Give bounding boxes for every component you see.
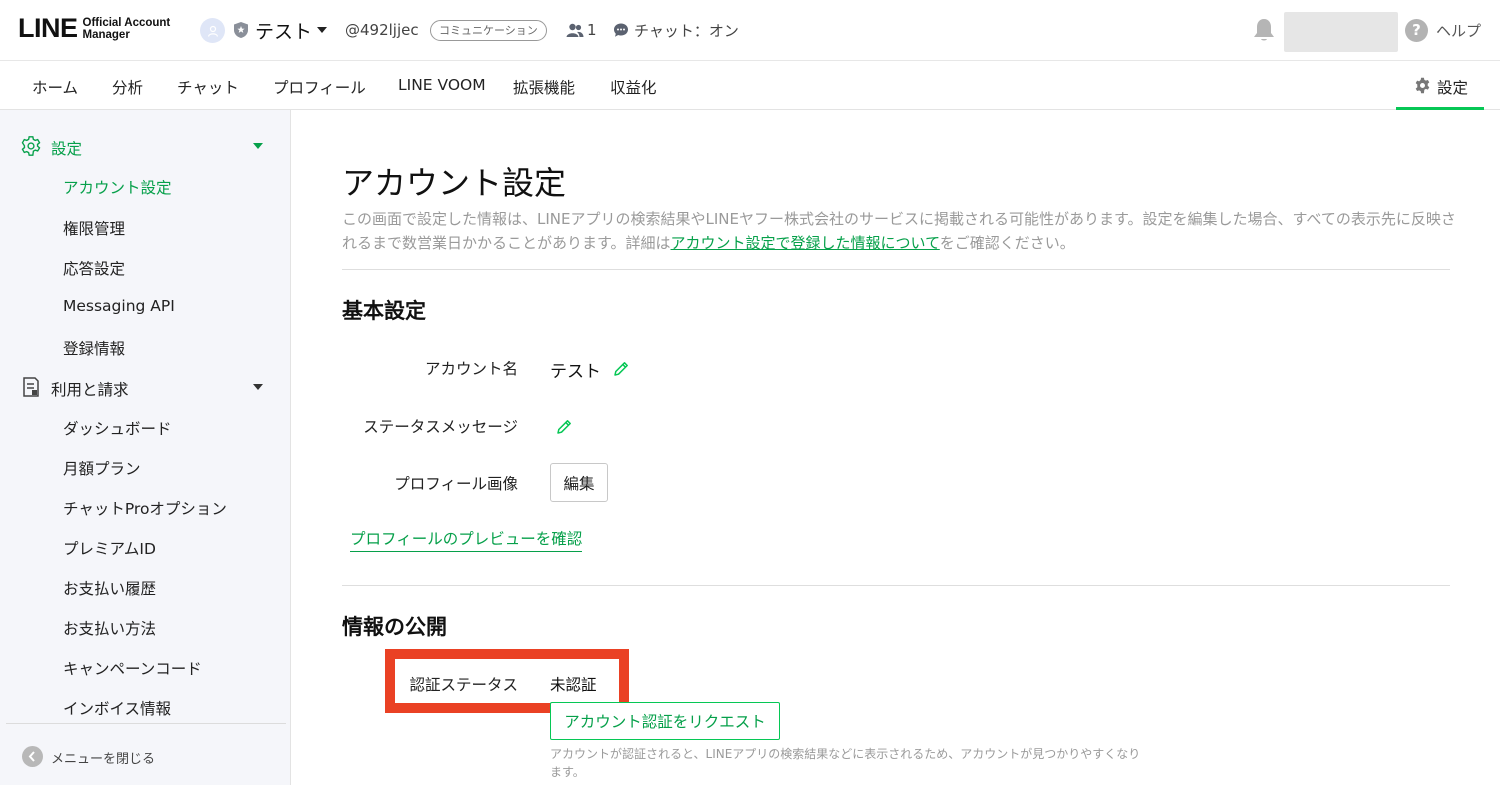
- account-switcher[interactable]: テスト: [255, 17, 312, 44]
- line-oam-logo[interactable]: LINE Official Account Manager: [18, 15, 170, 42]
- divider: [342, 585, 1450, 586]
- sidebar-item-campaign-code[interactable]: キャンペーンコード: [63, 657, 202, 679]
- sidebar-item-payment-method[interactable]: お支払い方法: [63, 617, 156, 639]
- main-content: アカウント設定 この画面で設定した情報は、LINEアプリの検索結果やLINEヤフ…: [292, 110, 1500, 785]
- sidebar-item-payment-history[interactable]: お支払い履歴: [63, 577, 156, 599]
- basic-settings-title: 基本設定: [342, 299, 426, 323]
- account-info-link[interactable]: アカウント設定で登録した情報について: [671, 234, 940, 252]
- profile-preview-link[interactable]: プロフィールのプレビューを確認: [350, 527, 583, 552]
- sidebar-section-settings[interactable]: 設定: [0, 131, 291, 161]
- account-name-value: テスト: [550, 362, 601, 382]
- public-info-title: 情報の公開: [342, 615, 447, 639]
- bell-icon[interactable]: [1252, 17, 1276, 43]
- nav-extensions[interactable]: 拡張機能: [513, 76, 575, 98]
- sidebar-footer[interactable]: メニューを閉じる: [6, 723, 286, 785]
- user-icon: [207, 25, 218, 37]
- edit-profile-image-button[interactable]: 編集: [550, 463, 608, 502]
- chat-bubble-icon: [614, 23, 628, 37]
- account-id: @492ljjec: [345, 21, 419, 39]
- nav-settings-label: 設定: [1437, 79, 1469, 97]
- request-verification-button[interactable]: アカウント認証をリクエスト: [550, 702, 780, 740]
- nav-monetization[interactable]: 収益化: [610, 76, 657, 98]
- nav-line-voom[interactable]: LINE VOOM: [398, 76, 486, 94]
- sidebar-item-dashboard[interactable]: ダッシュボード: [63, 417, 172, 439]
- gear-outline-icon: [21, 136, 41, 156]
- nav-settings[interactable]: 設定: [1396, 62, 1484, 110]
- description-text-end: をご確認ください。: [939, 234, 1075, 252]
- header-search-box[interactable]: [1284, 12, 1398, 52]
- nav-analytics[interactable]: 分析: [112, 76, 143, 98]
- chat-status[interactable]: チャット：オン: [634, 20, 739, 41]
- account-name-label: アカウント名: [424, 360, 518, 378]
- sidebar-section-billing[interactable]: 利用と請求: [0, 372, 291, 402]
- sidebar-item-registration-info[interactable]: 登録情報: [63, 337, 125, 359]
- top-header: LINE Official Account Manager テスト @492lj…: [0, 0, 1500, 61]
- nav-profile[interactable]: プロフィール: [273, 76, 366, 98]
- account-avatar[interactable]: [200, 18, 225, 43]
- sidebar-item-premium-id[interactable]: プレミアムID: [63, 537, 156, 559]
- pencil-icon[interactable]: [612, 360, 630, 378]
- logo-wordmark: LINE: [18, 13, 78, 43]
- divider: [342, 269, 1450, 270]
- sidebar-section-settings-label: 設定: [51, 140, 83, 158]
- sidebar-item-monthly-plan[interactable]: 月額プラン: [63, 457, 141, 479]
- sidebar-item-account-settings[interactable]: アカウント設定: [63, 176, 172, 198]
- friends-icon: [566, 23, 584, 37]
- friends-count: 1: [587, 21, 597, 39]
- receipt-icon: [23, 377, 39, 397]
- sidebar-section-billing-label: 利用と請求: [51, 381, 129, 399]
- logo-subtitle-line1: Official Account: [82, 16, 171, 29]
- sidebar-item-response-settings[interactable]: 応答設定: [63, 257, 125, 279]
- page-description: この画面で設定した情報は、LINEアプリの検索結果やLINEヤフー株式会社のサー…: [342, 207, 1457, 255]
- sidebar-item-chat-pro[interactable]: チャットProオプション: [63, 497, 227, 519]
- sidebar-item-permissions[interactable]: 権限管理: [63, 217, 125, 239]
- chevron-down-icon[interactable]: [317, 27, 327, 33]
- gear-icon: [1415, 77, 1430, 94]
- chevron-left-icon[interactable]: [22, 746, 43, 767]
- status-message-label: ステータスメッセージ: [363, 418, 518, 436]
- logo-subtitle-line2: Manager: [82, 28, 130, 41]
- nav-chat[interactable]: チャット: [177, 76, 239, 98]
- main-nav: ホーム 分析 チャット プロフィール LINE VOOM 拡張機能 収益化 設定: [0, 62, 1500, 110]
- nav-home[interactable]: ホーム: [32, 76, 78, 98]
- verification-note: アカウントが認証されると、LINEアプリの検索結果などに表示されるため、アカウン…: [550, 747, 1141, 779]
- sidebar-item-invoice-info[interactable]: インボイス情報: [63, 697, 171, 719]
- profile-image-label: プロフィール画像: [394, 475, 518, 493]
- shield-icon: [234, 22, 248, 38]
- sidebar-item-messaging-api[interactable]: Messaging API: [63, 297, 175, 315]
- sidebar: 設定 アカウント設定 権限管理 応答設定 Messaging API 登録情報 …: [0, 110, 291, 785]
- help-link[interactable]: ヘルプ: [1436, 20, 1481, 41]
- chevron-down-icon: [253, 384, 263, 390]
- help-icon[interactable]: ?: [1405, 19, 1428, 42]
- page-title: アカウント設定: [342, 164, 567, 202]
- chevron-down-icon: [253, 143, 263, 149]
- chevron-left-glyph: [28, 751, 35, 762]
- logo-subtitle: Official Account Manager: [83, 17, 171, 41]
- plan-badge: コミュニケーション: [430, 20, 547, 41]
- collapse-menu-label[interactable]: メニューを閉じる: [51, 748, 155, 767]
- pencil-icon[interactable]: [555, 418, 573, 436]
